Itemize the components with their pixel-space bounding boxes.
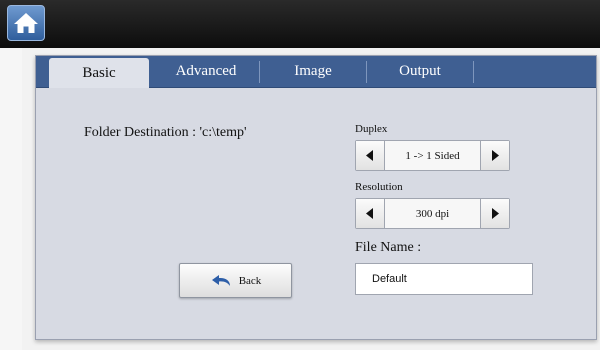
back-label: Back [238,274,262,287]
resolution-spinner: 300 dpi [355,198,510,229]
home-button[interactable] [7,5,45,41]
duplex-value: 1 -> 1 Sided [405,149,460,162]
duplex-increase-button[interactable] [480,141,509,170]
home-icon [14,13,38,33]
duplex-spinner: 1 -> 1 Sided [355,140,510,171]
back-arrow-icon [211,274,230,286]
tab-basic[interactable]: Basic [49,58,149,88]
resolution-value: 300 dpi [415,207,450,220]
arrow-right-icon [492,208,499,219]
arrow-right-icon [492,150,499,161]
tab-output[interactable]: Output [367,56,473,87]
resolution-increase-button[interactable] [480,199,509,228]
arrow-left-icon [366,208,373,219]
tab-advanced[interactable]: Advanced [153,56,259,87]
top-bar [0,0,600,48]
file-name-input[interactable] [355,263,533,295]
folder-destination: Folder Destination : 'c:\temp' [84,125,247,140]
side-strip [0,48,22,350]
file-name-label: File Name : [355,240,422,255]
scan-settings-panel: Basic Advanced Image Output Folder Desti… [35,55,597,340]
tab-bar: Basic Advanced Image Output [36,56,596,88]
duplex-label: Duplex [355,123,388,135]
resolution-decrease-button[interactable] [356,199,385,228]
duplex-decrease-button[interactable] [356,141,385,170]
tab-separator [473,61,474,83]
arrow-left-icon [366,150,373,161]
resolution-label: Resolution [355,181,403,193]
back-button[interactable]: Back [179,263,292,298]
tab-image[interactable]: Image [260,56,366,87]
